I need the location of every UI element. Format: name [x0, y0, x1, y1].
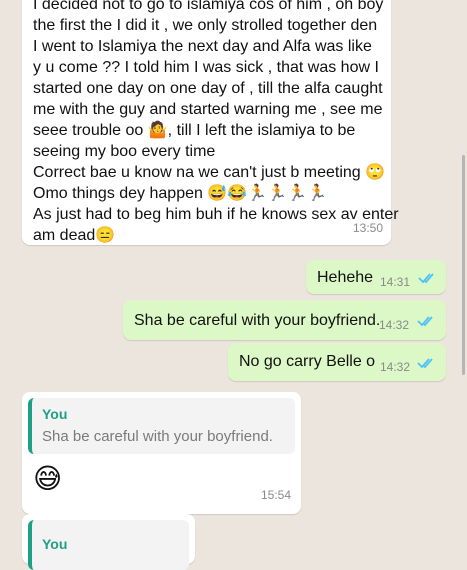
message-line: me with the guy and started warning me ,… [33, 101, 383, 118]
message-timestamp: 15:54 [260, 488, 291, 502]
message-text: I decided not to go to islamiya cos of h… [33, 0, 399, 246]
scrollbar[interactable] [462, 155, 465, 375]
message-line: seee trouble oo 🤷, till I left the islam… [33, 122, 356, 139]
message-line: Correct bae u know na we can't just b me… [33, 164, 386, 181]
quote-author: You [42, 536, 68, 552]
incoming-message[interactable]: I decided not to go to islamiya cos of h… [22, 0, 399, 245]
quote-text: Sha be careful with your boyfriend. [42, 428, 273, 445]
message-line: As just had to beg him buh if he knows s… [33, 206, 399, 223]
message-line: I decided not to go to islamiya cos of h… [33, 0, 384, 13]
quoted-message[interactable]: You Sha be careful with your boyfriend. [28, 398, 295, 454]
message-timestamp: 14:31 [380, 275, 411, 289]
incoming-reply-message[interactable]: You Sha be careful with your boyfriend. … [22, 392, 301, 514]
message-line: am dead😑 [33, 227, 116, 244]
quoted-message[interactable]: You [28, 520, 189, 570]
message-line: Omo things dey happen 😅😂🏃🏃🏃🏃 [33, 185, 327, 202]
message-text: No go carry Belle o [239, 353, 376, 370]
message-line: started one day on one day of , till the… [33, 80, 383, 97]
outgoing-message[interactable]: No go carry Belle o 14:32 [228, 343, 446, 381]
double-check-icon [417, 358, 433, 369]
incoming-reply-message[interactable]: You [22, 514, 195, 570]
message-line: seeing my boo every time [33, 143, 216, 160]
message-timestamp: 14:32 [379, 318, 410, 332]
quote-author: You [42, 406, 68, 422]
double-check-icon [418, 273, 434, 284]
chat-conversation[interactable]: I decided not to go to islamiya cos of h… [0, 0, 467, 570]
message-emoji: 😅 [33, 462, 63, 495]
message-line: I went to Islamiya the next day and Alfa… [33, 38, 372, 55]
double-check-icon [417, 316, 433, 327]
message-text: Sha be careful with your boyfriend. [134, 312, 381, 329]
message-text: Hehehe [317, 269, 374, 286]
outgoing-message[interactable]: Sha be careful with your boyfriend. 14:3… [123, 300, 446, 340]
message-timestamp: 13:50 [352, 221, 383, 235]
outgoing-message[interactable]: Hehehe 14:31 [306, 260, 446, 294]
message-line: y u come ?? I told him I was sick , that… [33, 59, 379, 76]
message-line: the first the I did it , we only strolle… [33, 17, 378, 34]
message-timestamp: 14:32 [380, 360, 411, 374]
